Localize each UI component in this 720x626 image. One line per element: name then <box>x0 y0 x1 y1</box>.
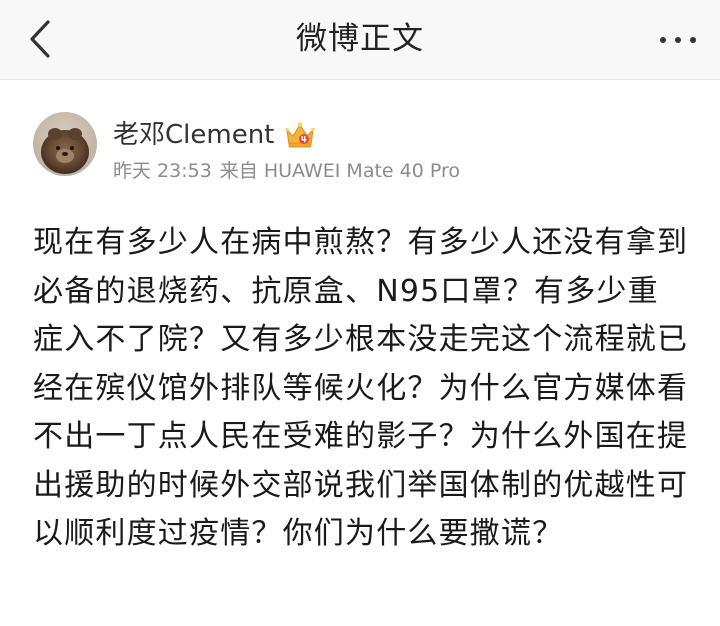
post-time: 昨天 23:53 <box>113 160 212 182</box>
more-button[interactable] <box>656 22 700 58</box>
more-horizontal-icon <box>660 37 696 43</box>
avatar[interactable] <box>33 112 97 176</box>
post-text: 现在有多少人在病中煎熬？有多少人还没有拿到必备的退烧药、抗原盒、N95口罩？有多… <box>33 225 689 551</box>
post-source: 来自 HUAWEI Mate 40 Pro <box>219 160 460 182</box>
post-meta: 昨天 23:53 来自 HUAWEI Mate 40 Pro <box>113 157 468 185</box>
vip-crown-icon[interactable] <box>284 120 316 150</box>
navbar: 微博正文 <box>0 0 720 80</box>
page-title: 微博正文 <box>296 21 424 57</box>
weibo-post-page: 微博正文 老邓Clement 昨天 23:53 来自 HUAWEI Mate 4… <box>0 0 720 626</box>
author-name[interactable]: 老邓Clement <box>113 118 274 152</box>
